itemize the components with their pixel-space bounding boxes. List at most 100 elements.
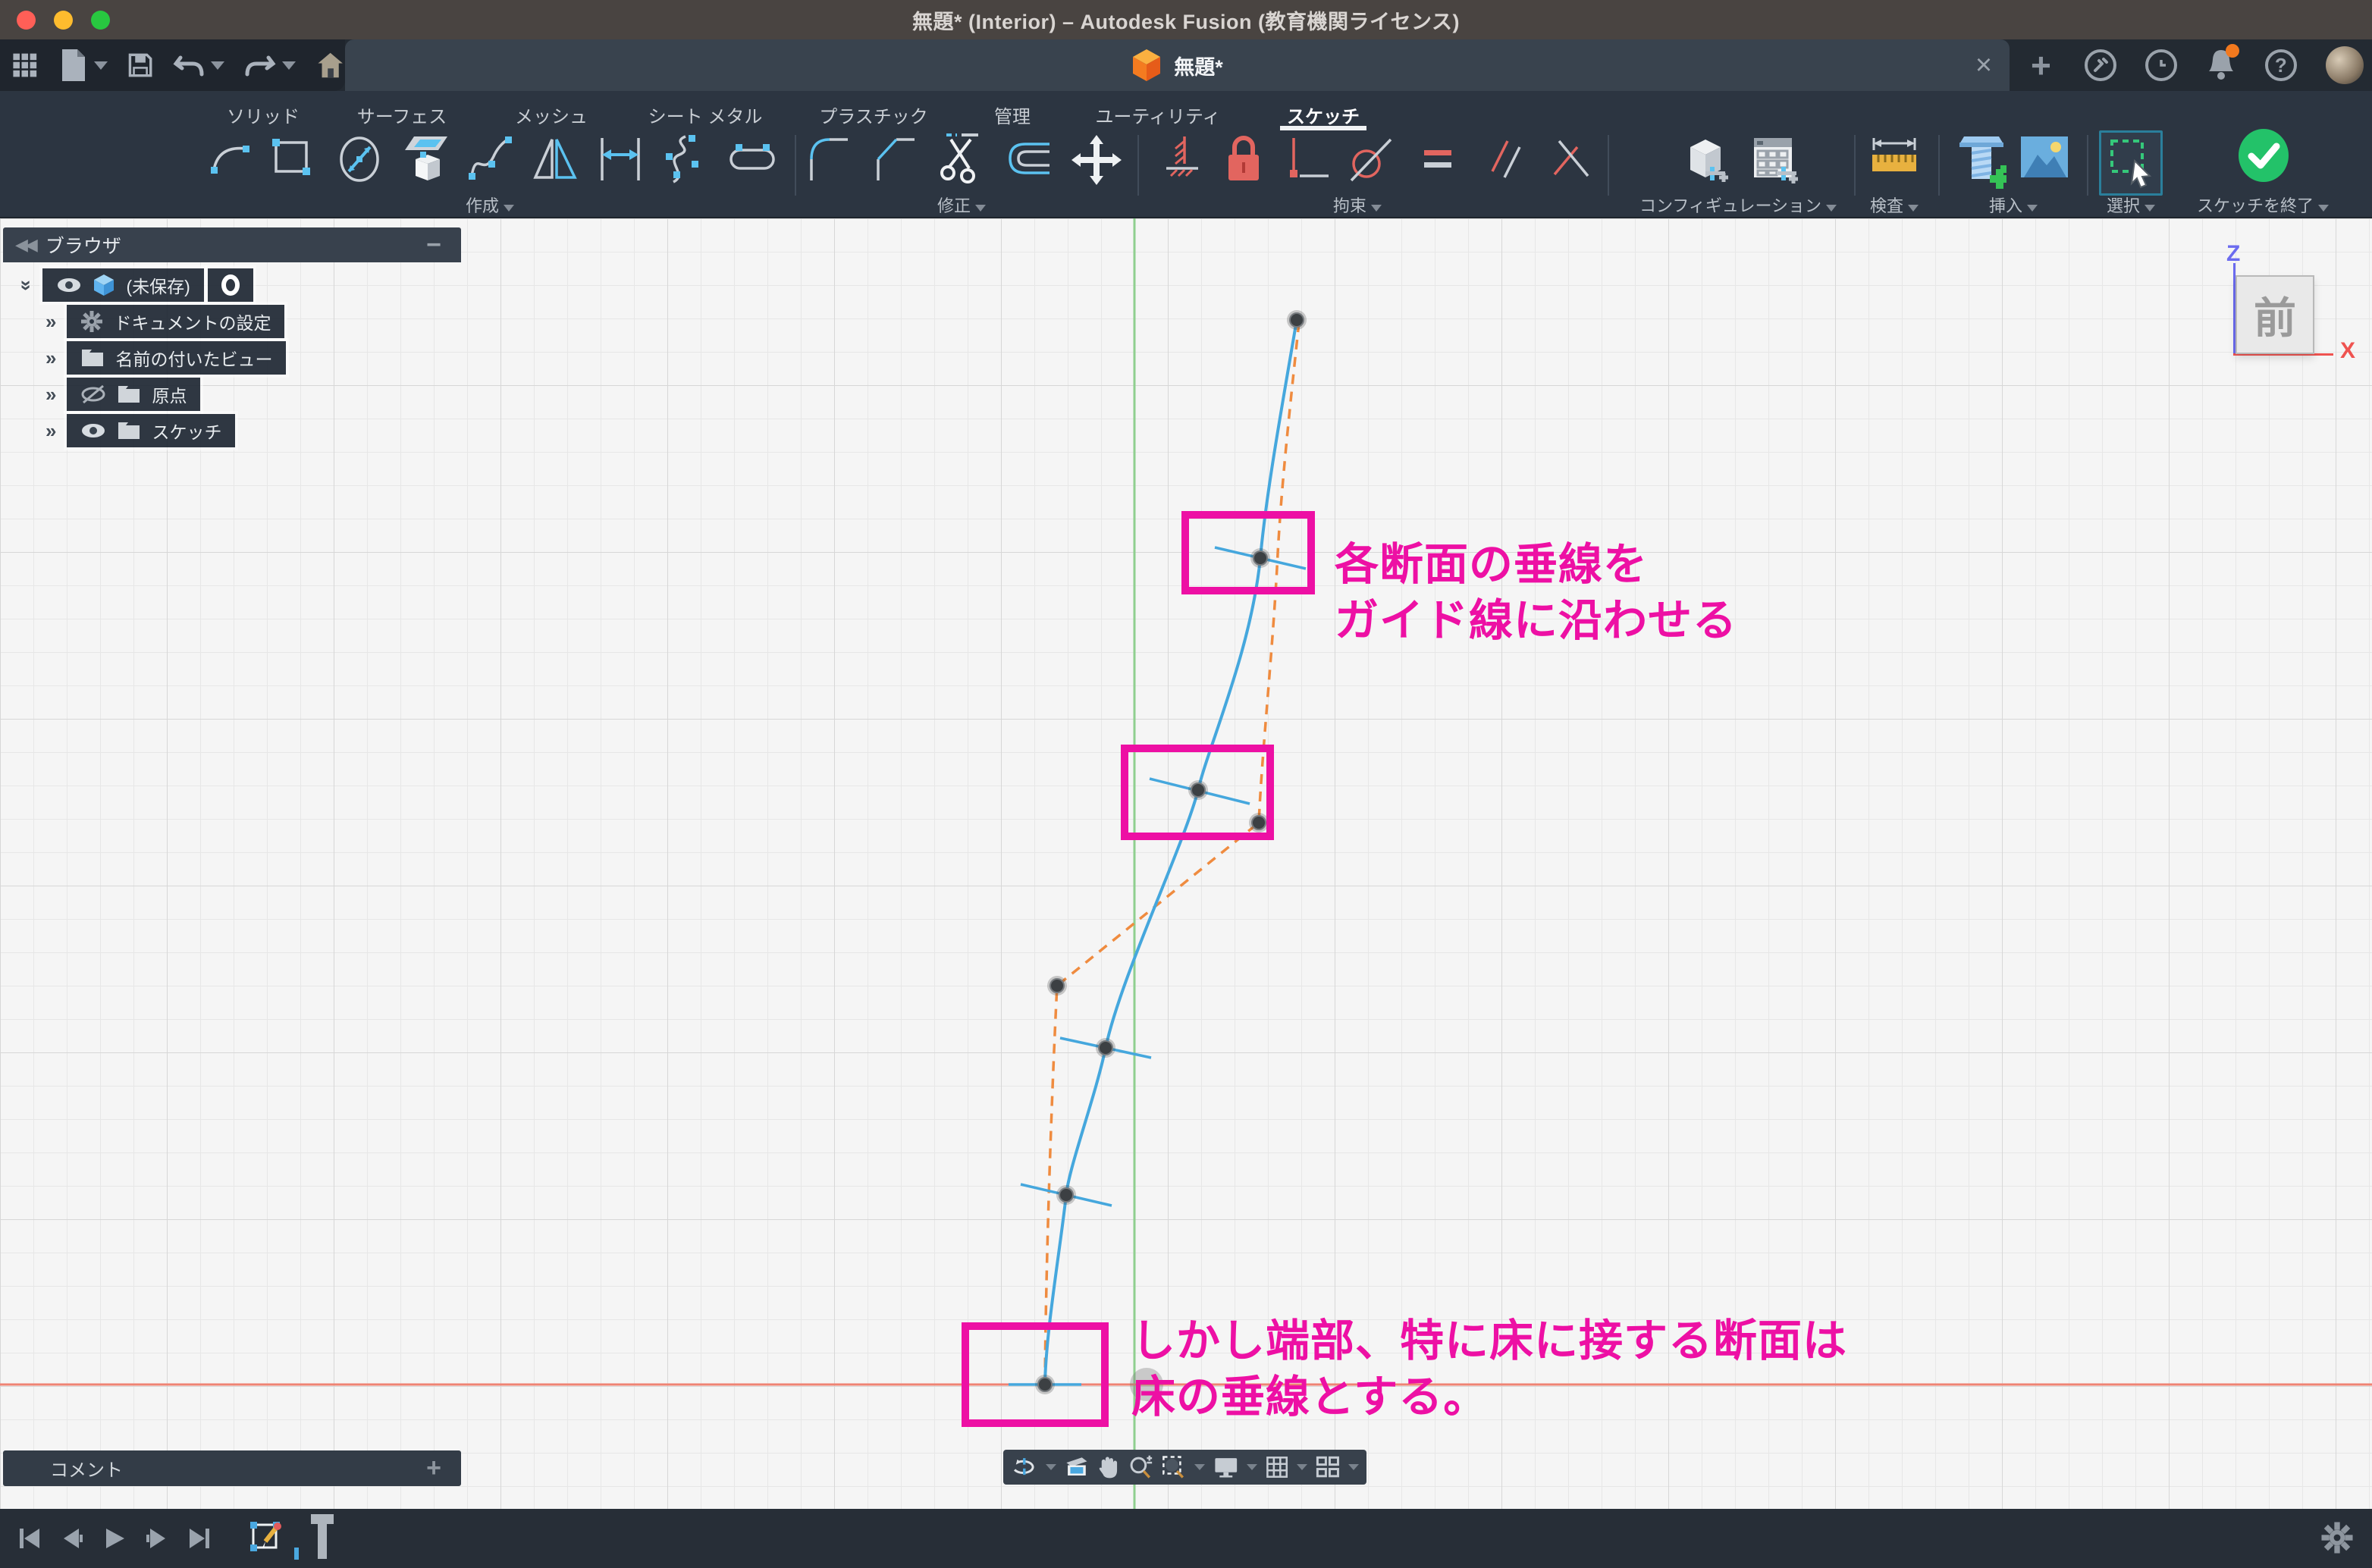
zoom-dropdown-caret[interactable] <box>1194 1464 1205 1470</box>
tangent-constraint-button[interactable] <box>1347 133 1395 189</box>
spline-tool-button[interactable] <box>466 133 514 189</box>
display-settings-icon[interactable] <box>1213 1454 1240 1481</box>
timeline-step-back-button[interactable] <box>59 1526 85 1551</box>
viewports-icon[interactable] <box>1315 1453 1341 1482</box>
save-icon[interactable] <box>127 50 153 80</box>
vertical-horizontal-constraint-button[interactable] <box>1285 133 1333 189</box>
finish-sketch-button[interactable] <box>2236 127 2292 187</box>
tab-sketch[interactable]: スケッチ <box>1287 102 1360 128</box>
group-label-finish-sketch[interactable]: スケッチを終了 <box>2197 193 2329 217</box>
visibility-off-eye-icon[interactable] <box>80 384 106 404</box>
expand-chevron-icon[interactable]: » <box>45 310 56 334</box>
zoom-window-button[interactable] <box>91 11 110 30</box>
lock-constraint-button[interactable] <box>1221 133 1266 189</box>
minimize-browser-icon[interactable]: − <box>426 230 441 260</box>
fix-constraint-button[interactable] <box>1159 133 1204 189</box>
chamfer-tool-button[interactable] <box>871 133 916 189</box>
browser-row-origin[interactable]: » 原点 <box>45 378 200 411</box>
sketch-points[interactable] <box>1035 310 1307 1394</box>
in-edit-marker[interactable] <box>208 268 253 302</box>
zoom-window-icon[interactable] <box>1161 1452 1187 1482</box>
home-icon[interactable] <box>315 48 345 83</box>
tab-surface[interactable]: サーフェス <box>357 102 447 128</box>
timeline-go-to-start-button[interactable] <box>17 1526 42 1551</box>
move-tool-button[interactable] <box>1070 133 1123 190</box>
collapse-panel-icon[interactable]: ◀◀ <box>15 235 35 255</box>
slot-tool-button[interactable] <box>726 133 778 189</box>
browser-header[interactable]: ◀◀ ブラウザ − <box>3 227 461 262</box>
browser-row-named-views[interactable]: » 名前の付いたビュー <box>45 341 286 375</box>
extensions-icon[interactable] <box>2085 49 2116 81</box>
offset-tool-button[interactable] <box>1004 133 1053 189</box>
viewports-dropdown-caret[interactable] <box>1348 1464 1359 1470</box>
group-label-create[interactable]: 作成 <box>466 193 514 217</box>
expand-chevron-icon[interactable]: » <box>15 280 39 290</box>
tab-manage[interactable]: 管理 <box>994 102 1031 128</box>
grid-dropdown-caret[interactable] <box>1297 1464 1307 1470</box>
user-avatar[interactable] <box>2326 46 2364 84</box>
fillet-tool-button[interactable] <box>804 133 849 189</box>
tab-sheetmetal[interactable]: シート メタル <box>648 102 763 128</box>
job-status-clock-icon[interactable] <box>2145 49 2177 81</box>
timeline-step-forward-button[interactable] <box>144 1526 170 1551</box>
visibility-eye-icon[interactable] <box>56 277 82 293</box>
measure-button[interactable] <box>1869 133 1919 189</box>
group-label-constraints[interactable]: 拘束 <box>1333 193 1382 217</box>
add-comment-button[interactable]: + <box>426 1454 441 1483</box>
browser-row-sketches[interactable]: » スケッチ <box>45 414 235 447</box>
browser-row-document-settings[interactable]: » ドキュメントの設定 <box>45 305 284 338</box>
expand-chevron-icon[interactable]: » <box>45 419 56 443</box>
circle-tool-button[interactable] <box>335 133 384 189</box>
configuration-table-button[interactable] <box>1748 133 1801 192</box>
undo-button[interactable] <box>173 52 224 79</box>
equal-constraint-button[interactable] <box>1415 133 1461 189</box>
document-tab[interactable]: 無題* × <box>345 39 2010 91</box>
trim-tool-button[interactable] <box>936 133 984 189</box>
expand-chevron-icon[interactable]: » <box>45 383 56 406</box>
view-cube[interactable]: 前 Z X <box>2199 234 2366 385</box>
redo-button[interactable] <box>244 52 296 79</box>
project-tool-button[interactable] <box>402 133 450 189</box>
parallel-constraint-button[interactable] <box>1482 133 1530 189</box>
select-tool-active-highlight[interactable] <box>2099 130 2163 196</box>
tab-mesh[interactable]: メッシュ <box>515 102 588 128</box>
group-label-insert[interactable]: 挿入 <box>1989 193 2038 217</box>
zoom-icon[interactable] <box>1128 1452 1153 1482</box>
timeline-settings-gear-icon[interactable] <box>2320 1521 2354 1554</box>
grid-settings-icon[interactable] <box>1265 1453 1289 1482</box>
close-tab-button[interactable]: × <box>1969 50 1999 80</box>
view-cube-front-face[interactable]: 前 <box>2236 275 2314 354</box>
app-grid-icon[interactable] <box>11 49 39 82</box>
orbit-icon[interactable] <box>1011 1454 1038 1481</box>
spline-curve[interactable] <box>1045 320 1297 1385</box>
orbit-dropdown-caret[interactable] <box>1046 1464 1056 1470</box>
configure-design-button[interactable] <box>1680 133 1733 192</box>
group-label-inspect[interactable]: 検査 <box>1870 193 1919 217</box>
browser-row-root[interactable]: » (未保存) <box>21 268 253 302</box>
insert-canvas-button[interactable] <box>2018 133 2071 184</box>
expand-chevron-icon[interactable]: » <box>45 347 56 370</box>
tab-plastic[interactable]: プラスチック <box>819 102 928 128</box>
tab-utilities[interactable]: ユーティリティ <box>1095 102 1220 128</box>
timeline-go-to-end-button[interactable] <box>187 1526 212 1551</box>
mirror-tool-button[interactable] <box>531 133 579 189</box>
guide-construction-line[interactable] <box>1045 322 1299 1385</box>
sketch-canvas[interactable]: 各断面の垂線を ガイド線に沿わせる しかし端部、特に床に接する断面は 床の垂線と… <box>0 218 2372 1509</box>
insert-mcmaster-button[interactable] <box>1956 133 2006 195</box>
pan-hand-icon[interactable] <box>1097 1453 1119 1482</box>
timeline-playhead[interactable] <box>311 1514 337 1563</box>
help-icon[interactable]: ? <box>2265 49 2297 81</box>
notifications-bell-icon[interactable] <box>2206 47 2236 84</box>
look-at-icon[interactable] <box>1064 1454 1090 1480</box>
fit-point-spline-button[interactable] <box>663 133 708 189</box>
minimize-window-button[interactable] <box>54 11 73 30</box>
group-label-configuration[interactable]: コンフィギュレーション <box>1639 193 1837 217</box>
comments-panel[interactable]: コメント + <box>3 1450 461 1486</box>
rectangle-tool-button[interactable] <box>268 133 314 186</box>
timeline-sketch-feature[interactable] <box>246 1517 285 1560</box>
group-label-modify[interactable]: 修正 <box>937 193 986 217</box>
new-tab-button[interactable]: + <box>2031 42 2051 88</box>
file-menu-button[interactable] <box>59 48 108 83</box>
close-window-button[interactable] <box>17 11 36 30</box>
timeline-play-button[interactable] <box>102 1526 127 1551</box>
